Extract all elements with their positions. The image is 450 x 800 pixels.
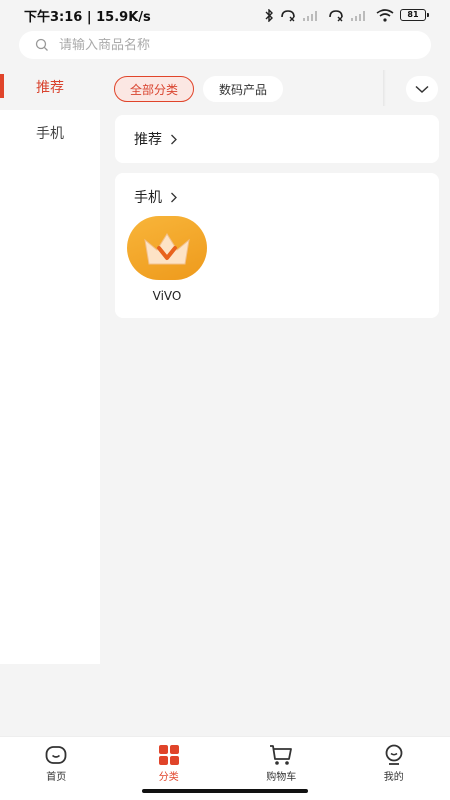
section-header-phone[interactable]: 手机 (115, 173, 439, 221)
chip-label: 数码产品 (219, 82, 268, 97)
sidebar-item-phone[interactable]: 手机 (0, 110, 100, 156)
section-card-phone: 手机 ViVO (115, 173, 439, 318)
category-chips: 全部分类 数码产品 (114, 76, 284, 102)
nav-label: 首页 (46, 772, 67, 783)
search-bar[interactable] (19, 31, 431, 59)
product-name: ViVO (152, 289, 182, 303)
chevron-right-icon (171, 134, 177, 144)
bluetooth-icon (265, 8, 273, 22)
chip-digital-products[interactable]: 数码产品 (203, 76, 284, 102)
signal-2-icon (351, 11, 365, 21)
section-title: 手机 (134, 190, 162, 206)
product-item-vivo[interactable]: ViVO (127, 216, 207, 303)
section-card-recommend: 推荐 (115, 115, 439, 163)
sidebar-item-recommend[interactable]: 推荐 (0, 64, 100, 110)
chip-all-categories[interactable]: 全部分类 (114, 76, 195, 102)
expand-categories-button[interactable] (406, 76, 438, 102)
nav-label: 购物车 (266, 772, 297, 783)
chip-label: 全部分类 (130, 82, 179, 97)
battery-icon: 81 (400, 9, 429, 21)
category-sidebar: 推荐 手机 (0, 64, 100, 664)
wifi-icon (376, 8, 394, 22)
category-icon (158, 745, 179, 765)
nav-label: 我的 (383, 772, 404, 783)
signal-1-icon (303, 11, 317, 21)
sidebar-item-label: 推荐 (36, 80, 64, 96)
cart-icon (270, 745, 293, 765)
nav-label: 分类 (158, 772, 179, 783)
chevron-right-icon (171, 192, 177, 202)
status-time-speed: 下午3:16 | 15.9K/s (24, 9, 151, 25)
home-indicator[interactable] (142, 789, 308, 793)
search-input[interactable] (59, 37, 431, 53)
chevron-down-icon (415, 85, 429, 93)
sidebar-item-label: 手机 (36, 126, 64, 142)
chip-scroll-fade (383, 70, 386, 106)
nav-home[interactable]: 首页 (0, 737, 113, 800)
call-missed-icon-2 (329, 9, 343, 21)
call-missed-icon (281, 9, 295, 21)
vivo-crown-logo (127, 216, 207, 280)
home-icon (45, 746, 67, 764)
nav-profile[interactable]: 我的 (338, 737, 450, 800)
status-bar: 下午3:16 | 15.9K/s 81 (0, 0, 450, 30)
profile-icon (385, 744, 403, 765)
section-header-recommend[interactable]: 推荐 (115, 115, 439, 163)
status-icons: 81 (264, 8, 429, 22)
search-icon (35, 38, 48, 51)
section-title: 推荐 (134, 132, 162, 148)
